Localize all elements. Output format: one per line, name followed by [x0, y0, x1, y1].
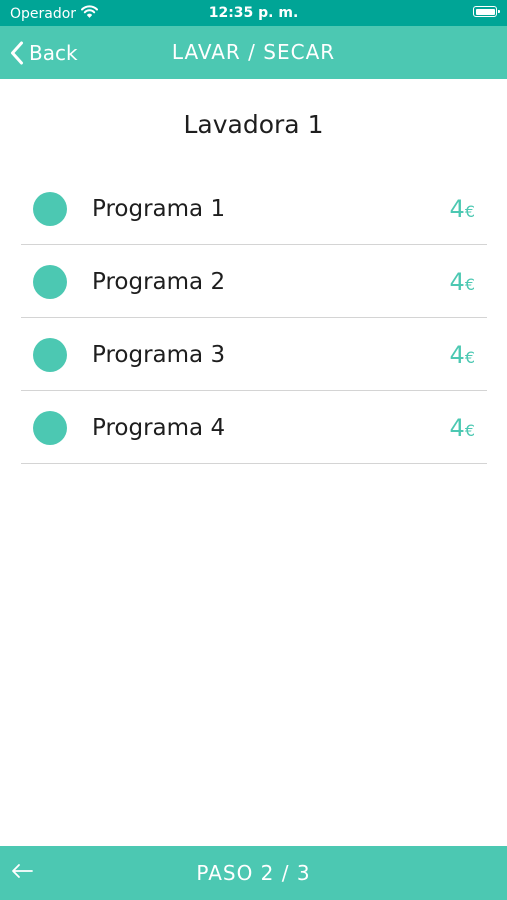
status-bar: Operador 12:35 p. m.	[0, 0, 507, 26]
program-row-2[interactable]: Programa 2 4€	[21, 246, 487, 318]
program-price: 4€	[450, 392, 475, 464]
nav-bar: Back LAVAR / SECAR	[0, 26, 507, 79]
step-indicator: PASO 2 / 3	[196, 861, 311, 885]
program-radio-icon	[33, 265, 67, 299]
price-currency: €	[464, 202, 475, 221]
price-currency: €	[464, 348, 475, 367]
back-label: Back	[29, 40, 78, 65]
price-amount: 4	[449, 341, 465, 369]
program-price: 4€	[450, 319, 475, 391]
price-amount: 4	[449, 268, 465, 296]
machine-title: Lavadora 1	[183, 110, 324, 139]
program-price: 4€	[450, 246, 475, 318]
program-row-3[interactable]: Programa 3 4€	[21, 319, 487, 391]
program-price: 4€	[450, 173, 475, 245]
arrow-left-icon	[10, 863, 34, 883]
price-amount: 4	[449, 414, 465, 442]
price-amount: 4	[449, 195, 465, 223]
price-currency: €	[464, 275, 475, 294]
program-radio-icon	[33, 192, 67, 226]
program-radio-icon	[33, 411, 67, 445]
program-name: Programa 4	[92, 415, 226, 441]
program-row-4[interactable]: Programa 4 4€	[21, 392, 487, 464]
footer-bar: PASO 2 / 3	[0, 846, 507, 900]
program-row-1[interactable]: Programa 1 4€	[21, 173, 487, 245]
chevron-left-icon	[10, 41, 24, 65]
footer-back-button[interactable]	[10, 846, 34, 900]
back-button[interactable]: Back	[10, 26, 78, 79]
program-name: Programa 1	[92, 196, 226, 222]
status-time: 12:35 p. m.	[208, 5, 299, 21]
program-radio-icon	[33, 338, 67, 372]
program-list: Programa 1 4€ Programa 2 4€ Programa 3 4…	[21, 173, 487, 465]
program-name: Programa 2	[92, 269, 226, 295]
program-name: Programa 3	[92, 342, 226, 368]
price-currency: €	[464, 421, 475, 440]
battery-icon	[473, 6, 500, 17]
